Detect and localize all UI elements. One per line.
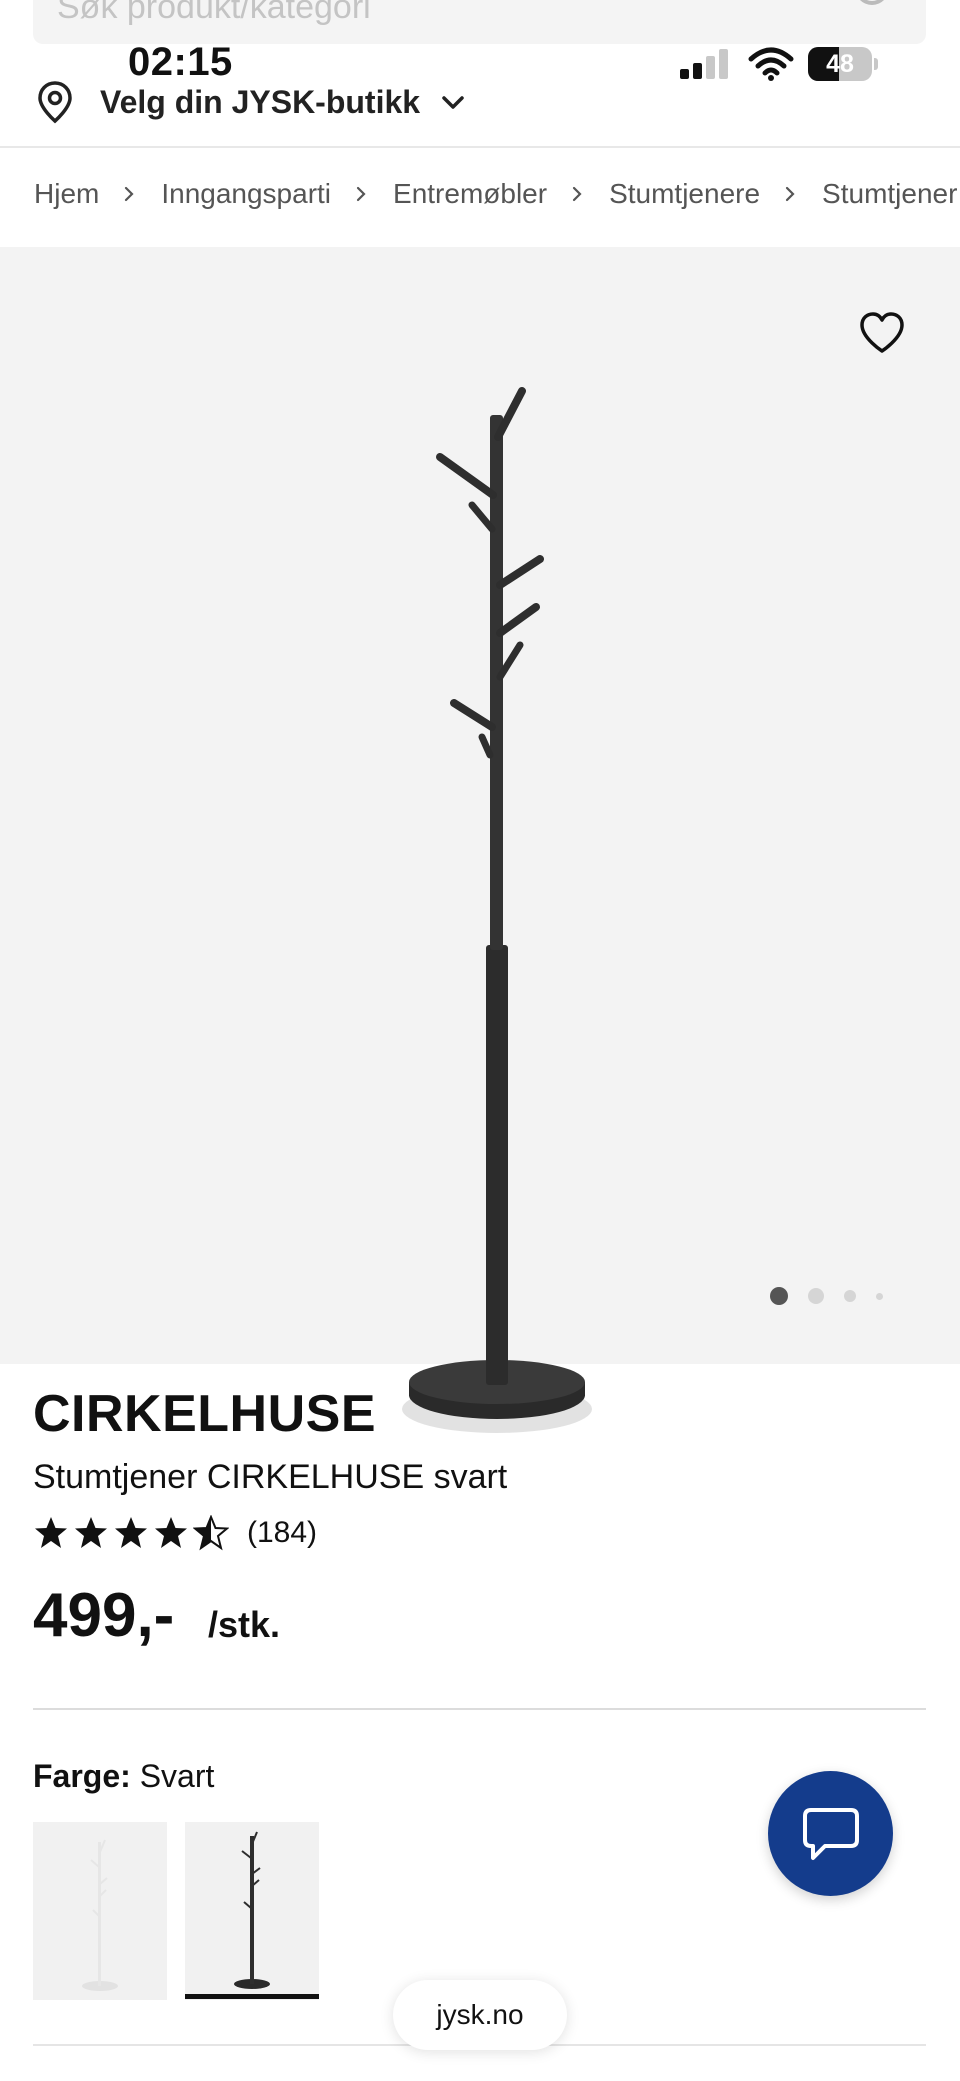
header-divider bbox=[0, 146, 960, 148]
breadcrumb-item-entremobler[interactable]: Entremøbler bbox=[393, 178, 547, 210]
gallery-dot[interactable] bbox=[770, 1287, 788, 1305]
breadcrumb-item-inngangsparti[interactable]: Inngangsparti bbox=[161, 178, 331, 210]
gallery-dot[interactable] bbox=[808, 1288, 824, 1304]
signal-icon bbox=[680, 49, 728, 79]
section-divider bbox=[33, 1708, 926, 1710]
star-icon bbox=[115, 1517, 147, 1548]
breadcrumb-item-current: Stumtjener bbox=[822, 178, 958, 209]
breadcrumb-item-stumtjenere[interactable]: Stumtjenere bbox=[609, 178, 760, 210]
search-placeholder: Søk produkt/kategori bbox=[57, 0, 371, 26]
swatch-image bbox=[82, 1839, 118, 1991]
review-count[interactable]: (184) bbox=[247, 1516, 317, 1550]
breadcrumb: Hjem Inngangsparti Entremøbler Stumtjene… bbox=[34, 178, 957, 210]
wifi-icon bbox=[748, 47, 794, 81]
product-image bbox=[402, 387, 592, 1433]
gallery-pagination bbox=[770, 1287, 903, 1305]
search-icon[interactable] bbox=[852, 0, 898, 20]
star-icon bbox=[75, 1517, 107, 1548]
price-unit: /stk. bbox=[208, 1604, 281, 1645]
star-icon bbox=[155, 1517, 187, 1548]
browser-url-pill[interactable]: jysk.no bbox=[393, 1980, 567, 2050]
swatch-image bbox=[234, 1831, 270, 1989]
battery-icon: 48 bbox=[808, 47, 878, 81]
chevron-down-icon bbox=[442, 96, 464, 109]
color-label: Farge: bbox=[33, 1758, 131, 1794]
product-price: 499,- bbox=[33, 1581, 175, 1650]
product-image-gallery[interactable] bbox=[0, 247, 960, 1433]
color-swatch-white[interactable] bbox=[33, 1822, 167, 2000]
star-half-icon bbox=[193, 1515, 229, 1551]
heart-icon[interactable] bbox=[858, 311, 906, 355]
chat-bubble-icon bbox=[802, 1807, 859, 1860]
search-bar[interactable]: Søk produkt/kategori bbox=[33, 0, 926, 44]
store-selector[interactable]: Velg din JYSK-butikk bbox=[36, 78, 466, 126]
chevron-right-icon bbox=[125, 186, 134, 202]
chevron-right-icon bbox=[785, 186, 795, 202]
location-pin-icon bbox=[38, 81, 72, 124]
chevron-right-icon bbox=[572, 186, 582, 202]
color-selection-label: Farge: Svart bbox=[33, 1758, 214, 1795]
breadcrumb-item-hjem[interactable]: Hjem bbox=[34, 178, 99, 210]
chevron-right-icon bbox=[356, 186, 366, 202]
color-value: Svart bbox=[139, 1758, 215, 1794]
battery-level: 48 bbox=[826, 50, 854, 78]
product-name: Stumtjener CIRKELHUSE svart bbox=[33, 1458, 508, 1496]
status-icons: 48 bbox=[680, 44, 878, 84]
chat-button[interactable] bbox=[768, 1771, 893, 1896]
color-swatch-black[interactable] bbox=[185, 1822, 319, 2000]
selected-swatch-indicator bbox=[185, 1994, 319, 1999]
rating-row[interactable]: (184) bbox=[33, 1515, 317, 1551]
gallery-dot[interactable] bbox=[844, 1290, 856, 1302]
gallery-dot[interactable] bbox=[876, 1292, 883, 1300]
store-selector-label: Velg din JYSK-butikk bbox=[100, 83, 421, 120]
star-icon bbox=[35, 1517, 67, 1548]
product-brand: CIRKELHUSE bbox=[33, 1385, 377, 1443]
